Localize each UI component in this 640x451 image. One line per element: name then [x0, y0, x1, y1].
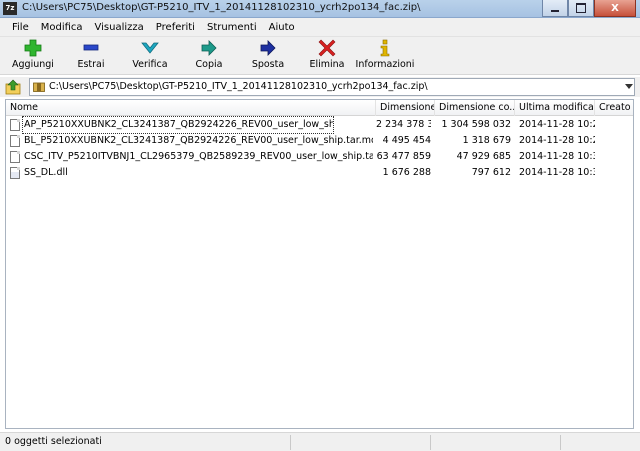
menu-strumenti[interactable]: Strumenti: [201, 18, 263, 37]
x-icon: [318, 39, 336, 57]
file-size: 1 676 288: [382, 167, 431, 178]
status-divider: [430, 435, 431, 450]
address-bar: C:\Users\PC75\Desktop\GT-P5210_ITV_1_201…: [0, 77, 640, 97]
file-size: 63 477 859: [376, 151, 431, 162]
column-name[interactable]: Nome: [6, 100, 376, 116]
file-icon: [10, 151, 20, 163]
maximize-button[interactable]: [568, 0, 594, 17]
delete-button[interactable]: Elimina: [302, 39, 352, 70]
status-divider: [560, 435, 561, 450]
app-icon: 7z: [3, 2, 17, 15]
add-button-label: Aggiungi: [12, 59, 54, 70]
info-icon: [380, 39, 390, 57]
file-icon: [10, 119, 20, 131]
window-controls: X: [542, 0, 636, 17]
address-path: C:\Users\PC75\Desktop\GT-P5210_ITV_1_201…: [49, 81, 428, 92]
window-title: C:\Users\PC75\Desktop\GT-P5210_ITV_1_201…: [22, 2, 421, 13]
file-name: SS_DL.dll: [24, 167, 68, 178]
column-created[interactable]: Creato: [595, 100, 633, 116]
file-created: [599, 165, 633, 181]
address-field[interactable]: C:\Users\PC75\Desktop\GT-P5210_ITV_1_201…: [29, 78, 635, 96]
menu-bar: File Modifica Visualizza Preferiti Strum…: [0, 18, 640, 37]
move-button-label: Sposta: [251, 59, 285, 70]
file-packed-size: 1 318 679: [462, 135, 511, 146]
copy-button[interactable]: Copia: [184, 39, 234, 70]
folder-up-icon[interactable]: [5, 79, 21, 95]
extract-button[interactable]: Estrai: [66, 39, 116, 70]
add-button[interactable]: Aggiungi: [9, 39, 57, 70]
arrow-right-icon: [201, 40, 217, 56]
file-size: 2 234 378 334: [376, 119, 431, 130]
status-bar: 0 oggetti selezionati: [0, 432, 640, 451]
column-modified[interactable]: Ultima modifica: [515, 100, 595, 116]
file-list[interactable]: Nome Dimensione Dimensione co... Ultima …: [5, 99, 634, 429]
file-name: BL_P5210XXUBNK2_CL3241387_QB2924226_REV0…: [24, 135, 373, 146]
check-icon: [141, 42, 159, 54]
minus-icon: [83, 44, 99, 51]
file-created: [599, 133, 633, 149]
info-button[interactable]: Informazioni: [355, 39, 415, 70]
file-modified: 2014-11-28 10:34: [519, 167, 595, 178]
file-modified: 2014-11-28 10:23: [519, 119, 595, 130]
file-size: 4 495 454: [382, 135, 431, 146]
test-button-label: Verifica: [132, 59, 168, 70]
dll-file-icon: [10, 167, 20, 179]
file-packed-size: 47 929 685: [456, 151, 511, 162]
file-created: [599, 149, 633, 165]
plus-icon: [24, 39, 42, 57]
title-bar: 7z C:\Users\PC75\Desktop\GT-P5210_ITV_1_…: [0, 0, 640, 18]
table-row[interactable]: BL_P5210XXUBNK2_CL3241387_QB2924226_REV0…: [6, 133, 633, 149]
chevron-down-icon[interactable]: [625, 84, 633, 89]
menu-file[interactable]: File: [6, 18, 35, 37]
copy-button-label: Copia: [195, 59, 223, 70]
table-row[interactable]: CSC_ITV_P5210ITVBNJ1_CL2965379_QB2589239…: [6, 149, 633, 165]
close-button[interactable]: X: [594, 0, 636, 17]
arrow-right-icon: [260, 40, 276, 56]
test-button[interactable]: Verifica: [124, 39, 176, 70]
column-size[interactable]: Dimensione: [376, 100, 435, 116]
column-packed-size[interactable]: Dimensione co...: [435, 100, 515, 116]
archive-icon: [33, 82, 45, 92]
menu-modifica[interactable]: Modifica: [35, 18, 89, 37]
delete-button-label: Elimina: [309, 59, 345, 70]
move-button[interactable]: Sposta: [243, 39, 293, 70]
selection-status: 0 oggetti selezionati: [5, 436, 102, 447]
status-divider: [290, 435, 291, 450]
menu-visualizza[interactable]: Visualizza: [89, 18, 150, 37]
file-modified: 2014-11-28 10:33: [519, 151, 595, 162]
minimize-button[interactable]: [542, 0, 568, 17]
extract-button-label: Estrai: [77, 59, 105, 70]
file-created: [599, 117, 633, 133]
file-name: AP_P5210XXUBNK2_CL3241387_QB2924226_REV0…: [22, 116, 334, 134]
table-row[interactable]: AP_P5210XXUBNK2_CL3241387_QB2924226_REV0…: [6, 116, 633, 134]
menu-aiuto[interactable]: Aiuto: [263, 18, 301, 37]
file-name: CSC_ITV_P5210ITVBNJ1_CL2965379_QB2589239…: [24, 151, 373, 162]
file-packed-size: 797 612: [471, 167, 511, 178]
list-header: Nome Dimensione Dimensione co... Ultima …: [6, 100, 633, 116]
file-packed-size: 1 304 598 032: [441, 119, 511, 130]
table-row[interactable]: SS_DL.dll 1 676 288 797 612 2014-11-28 1…: [6, 165, 633, 181]
toolbar: Aggiungi Estrai Verifica Copia Sposta El…: [0, 37, 640, 75]
file-modified: 2014-11-28 10:23: [519, 135, 595, 146]
menu-preferiti[interactable]: Preferiti: [150, 18, 201, 37]
file-icon: [10, 135, 20, 147]
info-button-label: Informazioni: [355, 59, 415, 70]
